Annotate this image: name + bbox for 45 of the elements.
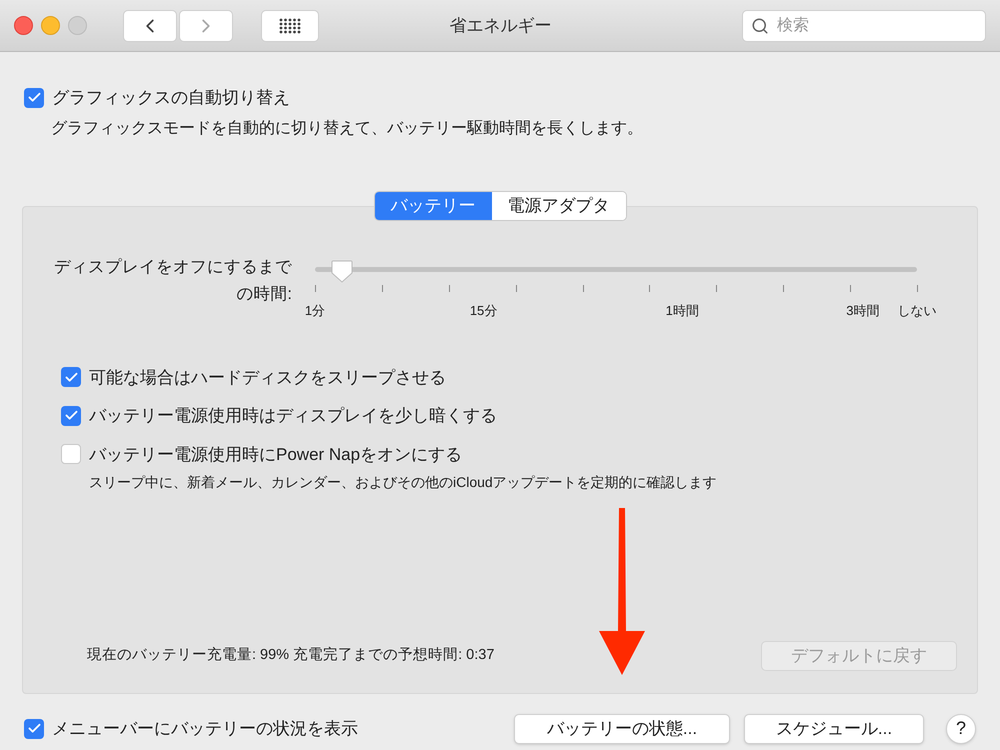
forward-button[interactable] (179, 10, 233, 42)
slider-tick (850, 284, 852, 292)
slider-tick (516, 284, 517, 292)
slider-tick (649, 284, 650, 292)
tab[interactable]: バッテリー (374, 192, 492, 220)
grid-icon (279, 18, 301, 34)
slider-tick (917, 284, 918, 292)
checkbox[interactable] (24, 718, 44, 738)
option-label: グラフィックスの自動切り替え (52, 87, 290, 109)
slider-tick (582, 284, 584, 292)
slider-tick-label: 1分 (304, 302, 326, 320)
slider-label: ディスプレイをオフにするまでの時間: (53, 256, 293, 304)
option-description: グラフィックスモードを自動的に切り替えて、バッテリー駆動時間を長くします。 (51, 118, 644, 138)
checkbox[interactable] (61, 406, 81, 426)
window-title: 省エネルギー (450, 14, 552, 37)
dialog-button[interactable]: スケジュール... (744, 714, 924, 744)
close-icon[interactable] (14, 16, 33, 35)
slider-tick (382, 284, 383, 292)
zoom-icon[interactable] (68, 16, 87, 35)
checkbox[interactable] (24, 88, 44, 108)
battery-status-text: 現在のバッテリー充電量: 99% 充電完了までの予想時間: 0:37 (87, 646, 496, 665)
show-all-button[interactable] (261, 10, 319, 42)
slider[interactable] (315, 258, 917, 282)
back-button[interactable] (123, 10, 177, 42)
slider-tick (783, 284, 784, 292)
help-button[interactable]: ? (946, 714, 976, 744)
slider-tick (448, 284, 450, 292)
search-field[interactable]: 検索 (742, 10, 986, 42)
search-icon (751, 16, 769, 34)
slider-tick (315, 284, 316, 292)
slider-tick-label: 3時間 (846, 302, 880, 320)
slider-tick-label: しない (898, 302, 936, 320)
dialog-button[interactable]: バッテリーの状態... (514, 714, 730, 744)
slider-thumb[interactable] (330, 258, 354, 282)
slider-tick-label: 15分 (470, 302, 498, 320)
option-label: メニューバーにバッテリーの状況を表示 (52, 718, 358, 740)
option-label: 可能な場合はハードディスクをスリープさせる (89, 366, 446, 388)
slider-tick (716, 284, 718, 292)
slider-tick-label: 1時間 (666, 302, 699, 320)
option-label: バッテリー電源使用時にPower Napをオンにする (89, 444, 462, 466)
option-label: バッテリー電源使用時はディスプレイを少し暗くする (89, 405, 497, 427)
minimize-icon[interactable] (41, 16, 60, 35)
option-description: スリープ中に、新着メール、カレンダー、およびその他のiCloudアップデートを定期的に確認します (89, 473, 718, 492)
checkbox[interactable] (61, 367, 81, 388)
checkbox[interactable] (61, 444, 81, 464)
